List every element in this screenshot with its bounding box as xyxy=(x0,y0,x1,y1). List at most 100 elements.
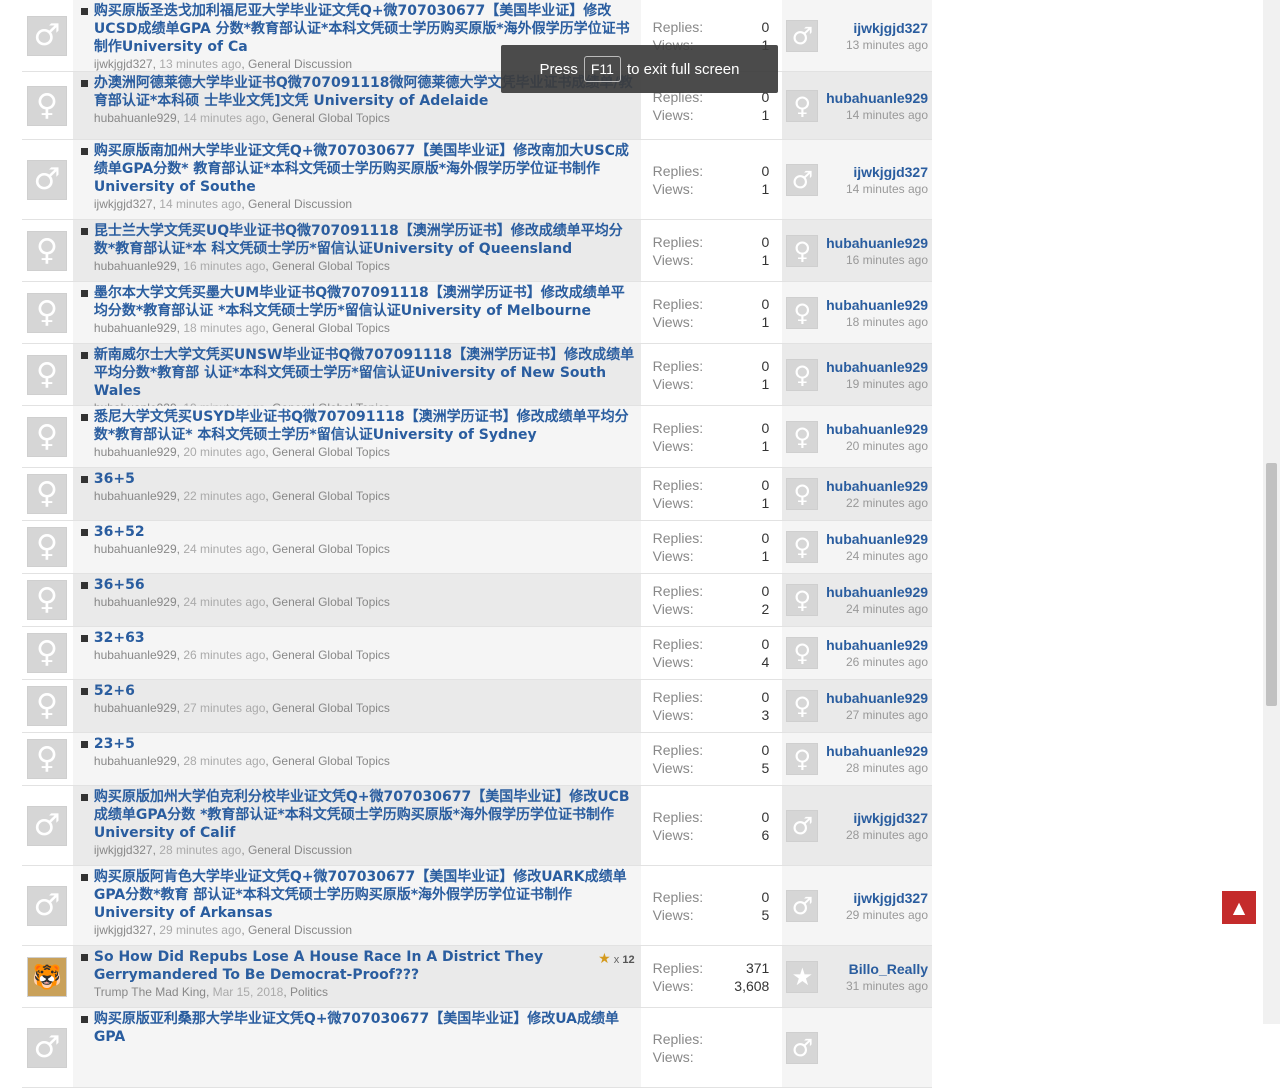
last-poster-name[interactable]: hubahuanle929 xyxy=(818,358,928,376)
thread-starter-avatar[interactable]: ♀ xyxy=(22,680,72,732)
thread-starter-avatar[interactable]: ♂ xyxy=(22,1008,72,1087)
thread-forum[interactable]: General Global Topics xyxy=(272,111,390,125)
thread-starter-avatar[interactable]: 🐯 xyxy=(22,946,72,1007)
last-post-time[interactable]: 20 minutes ago xyxy=(818,438,928,454)
thread-forum[interactable]: General Global Topics xyxy=(272,445,390,459)
last-post-time[interactable]: 24 minutes ago xyxy=(818,548,928,564)
last-poster-avatar-icon[interactable]: ★ xyxy=(786,960,819,993)
thread-starter-avatar[interactable]: ♂ xyxy=(22,786,72,865)
last-post-time[interactable]: 18 minutes ago xyxy=(818,314,928,330)
thread-starter-avatar[interactable]: ♂ xyxy=(22,866,72,945)
reaction-badge[interactable]: ★ x 12 xyxy=(598,950,634,967)
thread-forum[interactable]: General Discussion xyxy=(248,843,352,857)
thread-author[interactable]: ijwkjgjd327 xyxy=(94,843,153,857)
thread-title[interactable]: 新南威尔士大学文凭买UNSW毕业证书Q微707091118【澳洲学历证书】修改成… xyxy=(94,346,635,400)
thread-starter-avatar[interactable]: ♀ xyxy=(22,627,72,679)
thread-forum[interactable]: General Discussion xyxy=(248,57,352,71)
thread-title[interactable]: 32+63 xyxy=(94,629,145,647)
female-avatar-icon[interactable]: ♀ xyxy=(26,230,67,271)
last-post-time[interactable]: 29 minutes ago xyxy=(818,907,928,923)
thread-title[interactable]: 昆士兰大学文凭买UQ毕业证书Q微707091118【澳洲学历证书】修改成绩单平均… xyxy=(94,222,635,258)
thread-author[interactable]: hubahuanle929 xyxy=(94,595,177,609)
last-poster-name[interactable]: hubahuanle929 xyxy=(818,477,928,495)
thread-starter-avatar[interactable]: ♀ xyxy=(22,574,72,626)
thread-title[interactable]: 购买原版南加州大学毕业证文凭Q+微707030677【美国毕业证】修改南加大US… xyxy=(94,142,635,196)
last-poster-avatar-icon[interactable]: ♀ xyxy=(786,637,819,669)
thread-starter-avatar[interactable]: ♀ xyxy=(22,344,72,405)
thread-forum[interactable]: General Global Topics xyxy=(272,595,390,609)
thread-starter-avatar[interactable]: ♀ xyxy=(22,220,72,281)
female-avatar-icon[interactable]: ♀ xyxy=(26,292,67,333)
thread-forum[interactable]: General Global Topics xyxy=(272,701,390,715)
last-post-time[interactable]: 26 minutes ago xyxy=(818,654,928,670)
thread-starter-avatar[interactable]: ♂ xyxy=(22,0,72,71)
thread-author[interactable]: hubahuanle929 xyxy=(94,754,177,768)
last-poster-avatar-icon[interactable]: ♀ xyxy=(786,531,819,563)
last-post-time[interactable]: 22 minutes ago xyxy=(818,495,928,511)
last-poster-avatar-icon[interactable]: ♀ xyxy=(786,743,819,775)
thread-forum[interactable]: General Discussion xyxy=(248,197,352,211)
thread-forum[interactable]: General Global Topics xyxy=(272,542,390,556)
last-poster-avatar-icon[interactable]: ♀ xyxy=(786,89,819,122)
thread-forum[interactable]: General Global Topics xyxy=(272,754,390,768)
last-post-time[interactable]: 28 minutes ago xyxy=(818,760,928,776)
last-poster-name[interactable]: hubahuanle929 xyxy=(818,420,928,438)
last-poster-avatar-icon[interactable]: ♂ xyxy=(786,809,819,842)
thread-title[interactable]: 购买原版加州大学伯克利分校毕业证文凭Q+微707030677【美国毕业证】修改U… xyxy=(94,788,635,842)
thread-forum[interactable]: Politics xyxy=(290,985,328,999)
thread-author[interactable]: hubahuanle929 xyxy=(94,542,177,556)
last-poster-avatar-icon[interactable]: ♀ xyxy=(786,234,819,267)
female-avatar-icon[interactable]: ♀ xyxy=(26,354,67,395)
last-poster-name[interactable]: hubahuanle929 xyxy=(818,296,928,314)
thread-forum[interactable]: General Discussion xyxy=(248,923,352,937)
thread-starter-avatar[interactable]: ♀ xyxy=(22,72,72,139)
female-avatar-icon[interactable]: ♀ xyxy=(26,85,67,126)
thread-title[interactable]: 购买原版亚利桑那大学毕业证文凭Q+微707030677【美国毕业证】修改UA成绩… xyxy=(94,1010,635,1046)
thread-title[interactable]: 购买原版阿肯色大学毕业证文凭Q+微707030677【美国毕业证】修改UARK成… xyxy=(94,868,635,922)
thread-title[interactable]: So How Did Repubs Lose A House Race In A… xyxy=(94,948,635,984)
last-poster-name[interactable]: hubahuanle929 xyxy=(818,89,928,107)
last-post-time[interactable]: 16 minutes ago xyxy=(818,252,928,268)
male-avatar-icon[interactable]: ♂ xyxy=(26,805,67,846)
last-poster-name[interactable]: hubahuanle929 xyxy=(818,234,928,252)
thread-title[interactable]: 36+56 xyxy=(94,576,145,594)
thread-author[interactable]: ijwkjgjd327 xyxy=(94,197,153,211)
last-post-time[interactable]: 14 minutes ago xyxy=(818,181,928,197)
thread-forum[interactable]: General Global Topics xyxy=(272,321,390,335)
last-post-time[interactable]: 24 minutes ago xyxy=(818,601,928,617)
last-poster-name[interactable]: ijwkjgjd327 xyxy=(818,19,928,37)
male-avatar-icon[interactable]: ♂ xyxy=(26,1027,67,1068)
last-poster-avatar-icon[interactable]: ♀ xyxy=(786,420,819,453)
scrollbar-thumb[interactable] xyxy=(1266,463,1277,706)
thread-title[interactable]: 52+6 xyxy=(94,682,135,700)
last-poster-avatar-icon[interactable]: ♀ xyxy=(786,358,819,391)
last-poster-name[interactable]: hubahuanle929 xyxy=(818,742,928,760)
thread-starter-avatar[interactable]: ♀ xyxy=(22,406,72,467)
last-poster-avatar-icon[interactable]: ♂ xyxy=(786,1031,819,1064)
female-avatar-icon[interactable]: ♀ xyxy=(26,686,67,726)
thread-starter-avatar[interactable]: ♀ xyxy=(22,282,72,343)
last-poster-avatar-icon[interactable]: ♀ xyxy=(786,296,819,329)
last-poster-name[interactable]: Billo_Really xyxy=(818,960,928,978)
thread-author[interactable]: hubahuanle929 xyxy=(94,259,177,273)
thread-author[interactable]: hubahuanle929 xyxy=(94,701,177,715)
last-poster-name[interactable]: hubahuanle929 xyxy=(818,530,928,548)
thread-author[interactable]: Trump The Mad King xyxy=(94,985,206,999)
thread-title[interactable]: 23+5 xyxy=(94,735,135,753)
last-poster-name[interactable]: ijwkjgjd327 xyxy=(818,889,928,907)
female-avatar-icon[interactable]: ♀ xyxy=(26,633,67,673)
scrollbar[interactable] xyxy=(1263,0,1280,1024)
female-avatar-icon[interactable]: ♀ xyxy=(26,580,67,620)
male-avatar-icon[interactable]: ♂ xyxy=(26,159,67,200)
last-poster-name[interactable]: hubahuanle929 xyxy=(818,583,928,601)
thread-author[interactable]: hubahuanle929 xyxy=(94,648,177,662)
thread-author[interactable]: ijwkjgjd327 xyxy=(94,57,153,71)
last-poster-name[interactable]: ijwkjgjd327 xyxy=(818,163,928,181)
female-avatar-icon[interactable]: ♀ xyxy=(26,416,67,457)
last-poster-avatar-icon[interactable]: ♂ xyxy=(786,19,819,52)
thread-starter-avatar[interactable]: ♀ xyxy=(22,521,72,573)
thread-starter-avatar[interactable]: ♀ xyxy=(22,468,72,520)
male-avatar-icon[interactable]: ♂ xyxy=(26,15,67,56)
thread-forum[interactable]: General Global Topics xyxy=(272,259,390,273)
last-poster-avatar-icon[interactable]: ♀ xyxy=(786,478,819,510)
